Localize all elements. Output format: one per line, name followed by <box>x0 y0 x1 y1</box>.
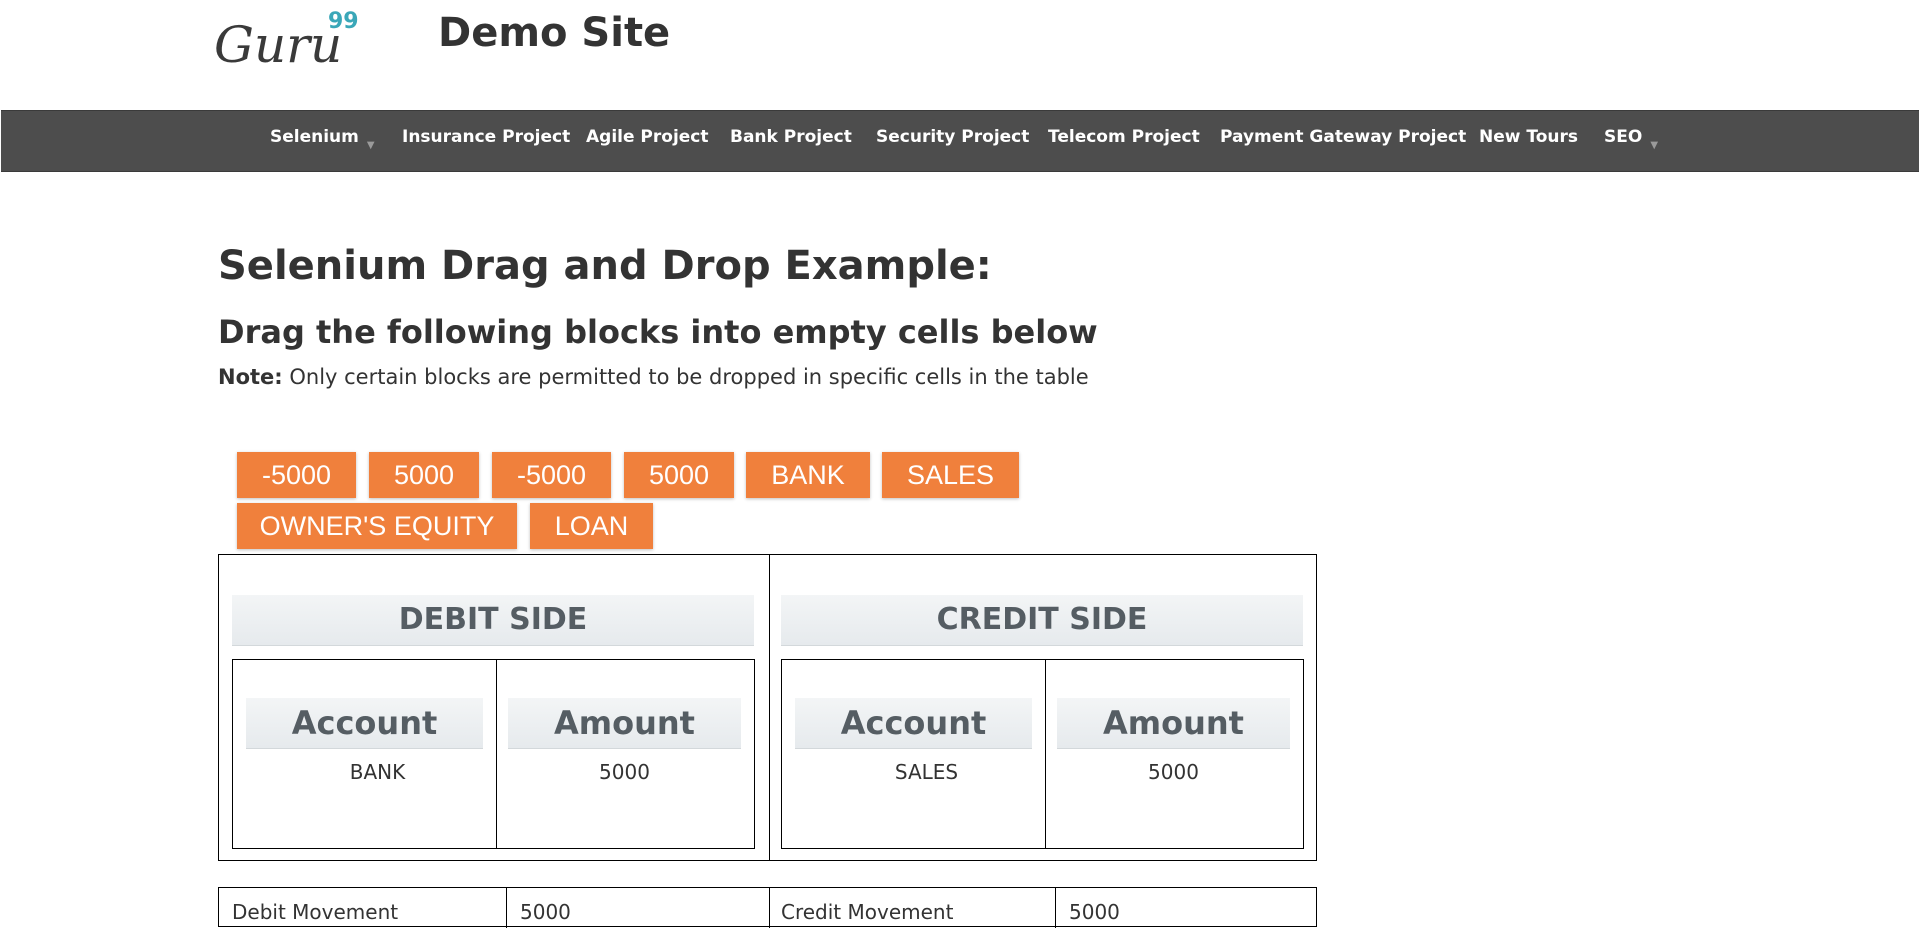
page-title: Selenium Drag and Drop Example: <box>218 243 992 289</box>
credit-movement-value: 5000 <box>1069 900 1120 924</box>
main-navbar: Selenium ▼ Insurance Project Agile Projec… <box>1 110 1919 172</box>
draggable-block-5000[interactable]: 5000 <box>369 452 479 498</box>
note-body: Only certain blocks are permitted to be … <box>282 365 1089 389</box>
debit-account-drop-cell[interactable]: BANK <box>246 760 509 784</box>
caret-down-icon: ▼ <box>366 140 375 151</box>
debit-amount-drop-cell[interactable]: 5000 <box>508 760 741 784</box>
draggable-block-loan[interactable]: LOAN <box>530 503 653 549</box>
site-header: Guru 99 Demo Site <box>0 0 1920 110</box>
debit-account-header: Account <box>246 698 483 749</box>
credit-side-header: CREDIT SIDE <box>781 595 1303 646</box>
nav-item-label: Telecom Project <box>1048 127 1200 147</box>
credit-amount-drop-cell[interactable]: 5000 <box>1057 760 1290 784</box>
column-divider <box>496 660 497 848</box>
credit-account-header: Account <box>795 698 1032 749</box>
column-divider <box>769 888 770 928</box>
caret-down-icon: ▼ <box>1650 140 1659 151</box>
draggable-block-minus-5000[interactable]: -5000 <box>492 452 611 498</box>
nav-item-telecom-project[interactable]: Telecom Project <box>1048 111 1200 171</box>
logo-superscript: 99 <box>328 9 359 34</box>
nav-item-payment-gateway-project[interactable]: Payment Gateway Project <box>1220 111 1466 171</box>
nav-item-label: Agile Project <box>586 127 709 147</box>
debit-side-header: DEBIT SIDE <box>232 595 754 646</box>
credit-side-table: Account Amount SALES 5000 <box>781 659 1304 849</box>
movement-table: Debit Movement 5000 Credit Movement 5000 <box>218 887 1317 928</box>
table-divider <box>769 555 770 860</box>
note-text: Note: Only certain blocks are permitted … <box>218 365 1089 389</box>
nav-item-label: SEO <box>1604 127 1643 147</box>
nav-item-insurance-project[interactable]: Insurance Project <box>402 111 570 171</box>
credit-account-drop-cell[interactable]: SALES <box>795 760 1058 784</box>
draggable-block-bank[interactable]: BANK <box>746 452 870 498</box>
nav-item-seo[interactable]: SEO ▼ <box>1604 111 1658 171</box>
ledger-table: DEBIT SIDE Account Amount BANK 5000 CRED… <box>218 554 1317 861</box>
column-divider <box>1055 888 1056 928</box>
note-label: Note: <box>218 365 283 389</box>
credit-movement-label: Credit Movement <box>781 900 954 924</box>
nav-item-new-tours[interactable]: New Tours <box>1479 111 1578 171</box>
draggable-block-owners-equity[interactable]: OWNER'S EQUITY <box>237 503 517 549</box>
nav-item-selenium[interactable]: Selenium ▼ <box>270 111 375 171</box>
debit-movement-label: Debit Movement <box>232 900 399 924</box>
debit-side-table: Account Amount BANK 5000 <box>232 659 755 849</box>
nav-item-label: Bank Project <box>730 127 852 147</box>
nav-item-security-project[interactable]: Security Project <box>876 111 1029 171</box>
credit-amount-header: Amount <box>1057 698 1290 749</box>
draggable-block-minus-5000[interactable]: -5000 <box>237 452 356 498</box>
logo-text: Guru <box>214 16 342 68</box>
nav-item-agile-project[interactable]: Agile Project <box>586 111 709 171</box>
draggable-block-sales[interactable]: SALES <box>882 452 1019 498</box>
column-divider <box>506 888 507 928</box>
nav-item-label: Insurance Project <box>402 127 571 147</box>
nav-item-label: Selenium <box>270 127 359 147</box>
debit-movement-value: 5000 <box>520 900 571 924</box>
page-subtitle: Drag the following blocks into empty cel… <box>218 313 1098 351</box>
nav-item-label: New Tours <box>1479 127 1579 147</box>
nav-item-label: Security Project <box>876 127 1030 147</box>
draggable-block-5000[interactable]: 5000 <box>624 452 734 498</box>
debit-amount-header: Amount <box>508 698 741 749</box>
nav-item-bank-project[interactable]: Bank Project <box>730 111 852 171</box>
column-divider <box>1045 660 1046 848</box>
site-title: Demo Site <box>438 10 671 56</box>
nav-item-label: Payment Gateway Project <box>1220 127 1467 147</box>
guru99-logo[interactable]: Guru 99 <box>212 6 362 68</box>
